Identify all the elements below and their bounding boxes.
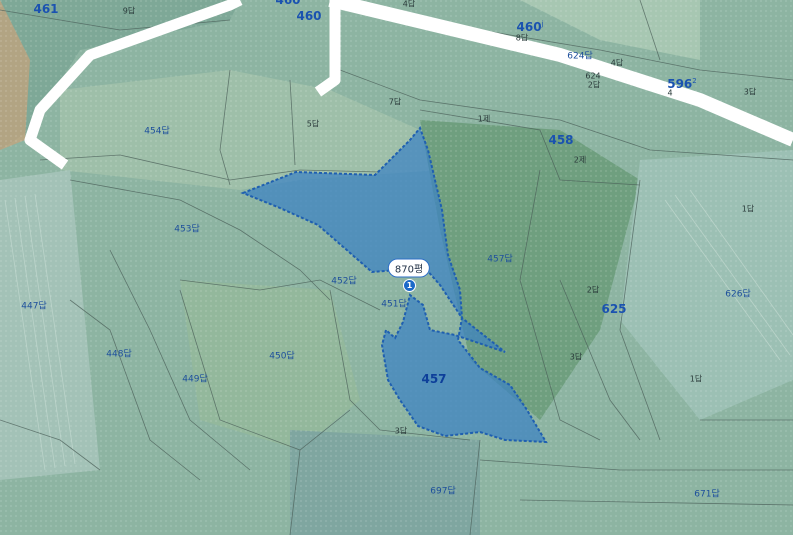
lot-label: 457답 <box>487 254 513 265</box>
lot-label: 4 <box>667 88 673 98</box>
lot-label: 2답 <box>586 285 600 295</box>
lot-label: 5답 <box>306 119 320 129</box>
lot-label: 624답 <box>567 51 593 62</box>
parcel-number-461: 461 <box>33 2 59 16</box>
lot-label: 450답 <box>269 351 295 362</box>
lot-label: 1답 <box>689 374 703 384</box>
lot-label: 4답 <box>610 58 624 68</box>
parcel-number-460: 460 <box>296 9 322 23</box>
lot-label: 449답 <box>182 374 208 385</box>
lot-label: 451답 <box>381 299 407 310</box>
marker-pin-icon[interactable]: 1 <box>403 279 416 292</box>
lot-label: 453답 <box>174 224 200 235</box>
lot-label: 1제 <box>477 114 491 124</box>
lot-label: 452답 <box>331 276 357 287</box>
parcel-number-460-top: 460 <box>275 0 301 7</box>
lot-label: 3답 <box>569 352 583 362</box>
parcel-number-625: 625 <box>601 302 627 316</box>
lot-label: 454답 <box>144 126 170 137</box>
lot-label: 671답 <box>694 489 720 500</box>
lot-label: 7답 <box>388 97 402 107</box>
lot-label: 626답 <box>725 289 751 300</box>
cadastral-map[interactable]: 461 460 460 460j 458 5962 625 9답 4답 8답 6… <box>0 0 793 535</box>
lot-label: 697답 <box>430 486 456 497</box>
lot-label: 8답 <box>515 33 529 43</box>
lot-label: 447답 <box>21 301 47 312</box>
lot-label: 2답 <box>587 80 601 90</box>
lot-label: 9답 <box>122 6 136 16</box>
selected-parcel-number: 457 <box>421 372 447 386</box>
lot-label: 3답 <box>394 426 408 436</box>
lot-label: 3답 <box>743 87 757 97</box>
lot-label: 1답 <box>741 204 755 214</box>
lot-label: 2제 <box>573 155 587 165</box>
area-tooltip[interactable]: 870평 <box>387 258 431 278</box>
parcel-number-458: 458 <box>548 133 574 147</box>
lot-label: 4답 <box>402 0 416 9</box>
lot-label: 448답 <box>106 349 132 360</box>
